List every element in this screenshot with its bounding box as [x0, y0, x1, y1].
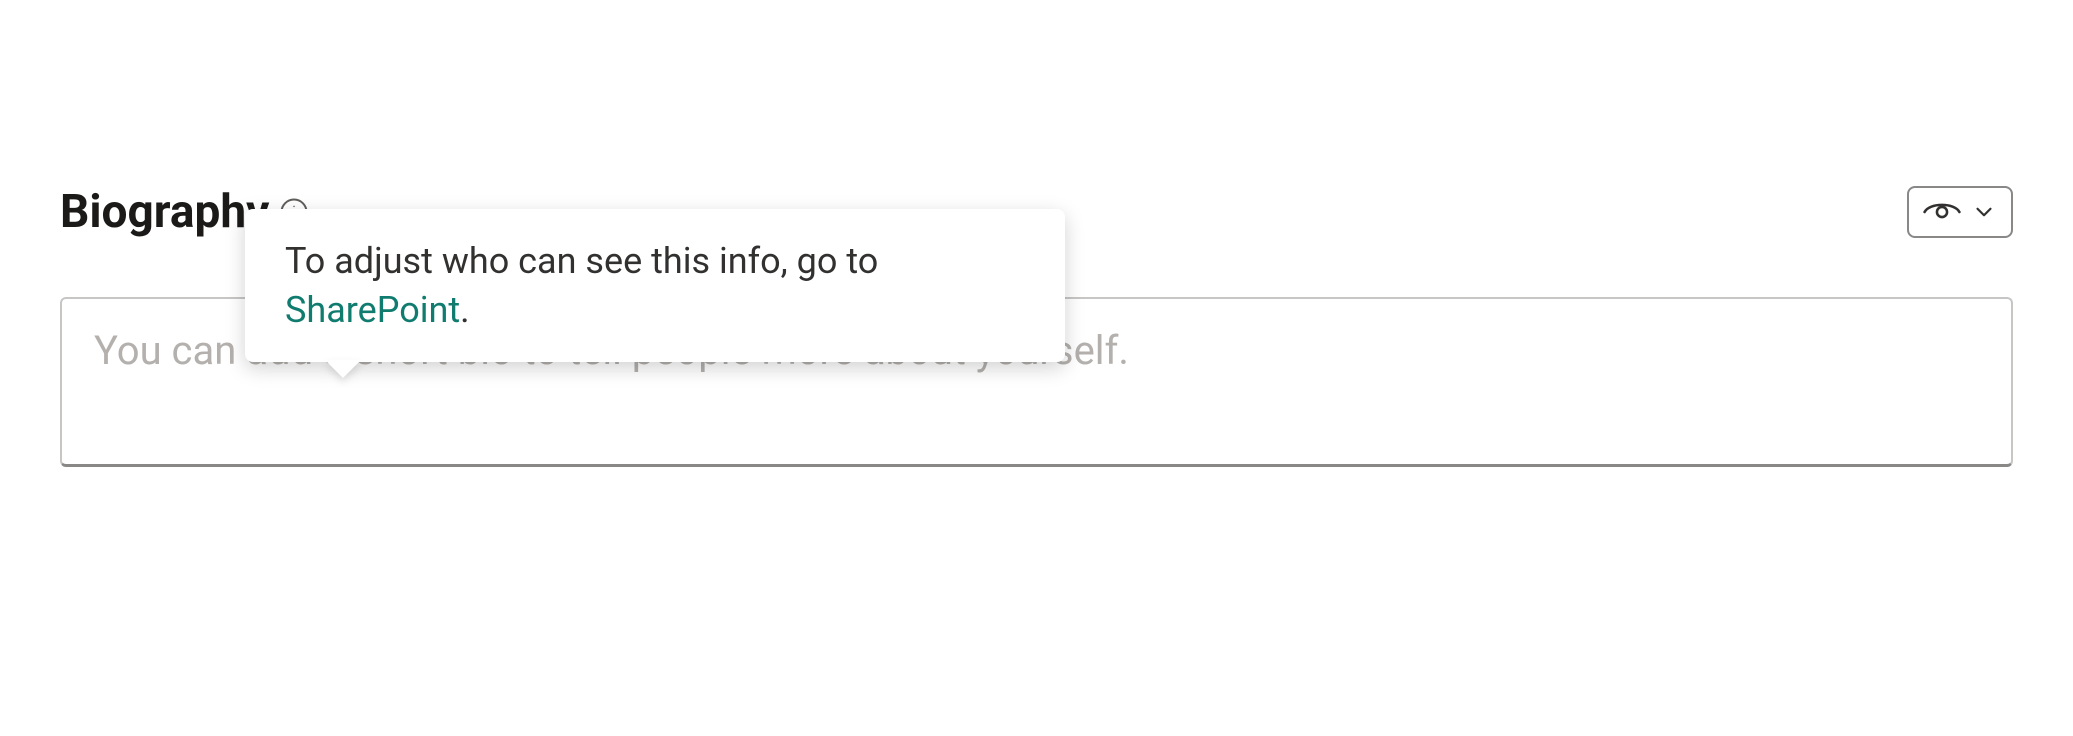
visibility-toggle[interactable]: [1907, 186, 2013, 238]
info-tooltip: To adjust who can see this info, go to S…: [245, 209, 1065, 362]
biography-label: Biography: [60, 185, 269, 239]
tooltip-text-after: .: [460, 289, 470, 331]
chevron-down-icon: [1971, 199, 1997, 225]
tooltip-text-before: To adjust who can see this info, go to: [285, 240, 878, 282]
eye-icon: [1923, 198, 1961, 226]
tooltip-link[interactable]: SharePoint: [285, 289, 460, 331]
